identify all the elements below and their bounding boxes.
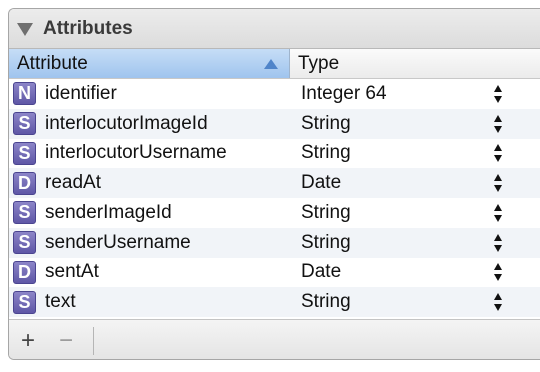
type-value[interactable]: String — [301, 291, 351, 313]
table-row[interactable]: N identifier Integer 64 — [9, 79, 540, 109]
type-cell[interactable]: String — [291, 232, 540, 254]
type-cell[interactable]: String — [291, 291, 540, 313]
type-value[interactable]: Integer 64 — [301, 83, 387, 105]
table-row[interactable]: D sentAt Date — [9, 257, 540, 288]
toolbar-divider — [93, 326, 94, 355]
type-badge-icon: S — [13, 231, 36, 255]
table-row[interactable]: S senderUsername String — [9, 227, 540, 258]
type-cell[interactable]: String — [291, 142, 540, 164]
type-value[interactable]: String — [301, 232, 351, 254]
up-down-stepper-icon[interactable] — [494, 114, 504, 133]
attribute-name[interactable]: interlocutorUsername — [45, 142, 227, 164]
up-down-stepper-icon[interactable] — [494, 144, 504, 163]
type-badge-icon: N — [13, 82, 36, 106]
table-row[interactable]: S senderImageId String — [9, 198, 540, 228]
attribute-cell[interactable]: N identifier — [9, 82, 291, 106]
sort-ascending-icon — [264, 59, 278, 69]
type-value[interactable]: String — [301, 113, 351, 135]
column-label-type: Type — [298, 52, 340, 74]
table-row[interactable]: S interlocutorUsername String — [9, 138, 540, 169]
up-down-stepper-icon[interactable] — [494, 203, 504, 222]
attribute-cell[interactable]: S senderImageId — [9, 201, 291, 225]
type-value[interactable]: String — [301, 142, 351, 164]
type-cell[interactable]: Date — [291, 261, 540, 283]
table-header: Attribute Type — [9, 49, 540, 79]
attributes-panel: Attributes Attribute Type N identifier I… — [8, 8, 540, 360]
type-badge-icon: S — [13, 112, 36, 136]
attribute-cell[interactable]: D readAt — [9, 171, 291, 195]
up-down-stepper-icon[interactable] — [494, 293, 504, 312]
attribute-name[interactable]: sentAt — [45, 261, 99, 283]
type-cell[interactable]: String — [291, 113, 540, 135]
attribute-name[interactable]: senderUsername — [45, 232, 191, 254]
add-attribute-button[interactable]: + — [9, 322, 47, 360]
remove-attribute-button[interactable]: − — [47, 322, 85, 360]
type-badge-icon: S — [13, 290, 36, 314]
panel-header[interactable]: Attributes — [9, 9, 540, 49]
type-value[interactable]: Date — [301, 261, 341, 283]
up-down-stepper-icon[interactable] — [494, 84, 504, 103]
up-down-stepper-icon[interactable] — [494, 263, 504, 282]
attribute-name[interactable]: text — [45, 291, 76, 313]
attribute-cell[interactable]: S senderUsername — [9, 231, 291, 255]
attribute-cell[interactable]: S interlocutorImageId — [9, 112, 291, 136]
bottom-toolbar: + − — [9, 319, 540, 360]
type-value[interactable]: String — [301, 202, 351, 224]
table-row[interactable]: S text String — [9, 287, 540, 317]
type-cell[interactable]: String — [291, 202, 540, 224]
attribute-name[interactable]: senderImageId — [45, 202, 172, 224]
type-badge-icon: D — [13, 171, 36, 195]
column-header-attribute[interactable]: Attribute — [9, 49, 290, 78]
type-value[interactable]: Date — [301, 172, 341, 194]
attribute-cell[interactable]: D sentAt — [9, 260, 291, 284]
attribute-name[interactable]: readAt — [45, 172, 101, 194]
table-row[interactable]: S interlocutorImageId String — [9, 108, 540, 139]
column-label-attribute: Attribute — [17, 52, 88, 74]
up-down-stepper-icon[interactable] — [494, 233, 504, 252]
panel-title: Attributes — [43, 17, 133, 39]
up-down-stepper-icon[interactable] — [494, 174, 504, 193]
attribute-name[interactable]: identifier — [45, 83, 117, 105]
column-header-type[interactable]: Type — [290, 49, 540, 78]
attribute-cell[interactable]: S text — [9, 290, 291, 314]
type-badge-icon: D — [13, 260, 36, 284]
table-row[interactable]: D readAt Date — [9, 168, 540, 198]
disclosure-triangle-icon[interactable] — [17, 23, 33, 36]
attribute-cell[interactable]: S interlocutorUsername — [9, 141, 291, 165]
type-cell[interactable]: Date — [291, 172, 540, 194]
type-badge-icon: S — [13, 141, 36, 165]
attribute-list: N identifier Integer 64 S interlocutorIm… — [9, 79, 540, 317]
type-badge-icon: S — [13, 201, 36, 225]
type-cell[interactable]: Integer 64 — [291, 83, 540, 105]
attribute-name[interactable]: interlocutorImageId — [45, 113, 208, 135]
